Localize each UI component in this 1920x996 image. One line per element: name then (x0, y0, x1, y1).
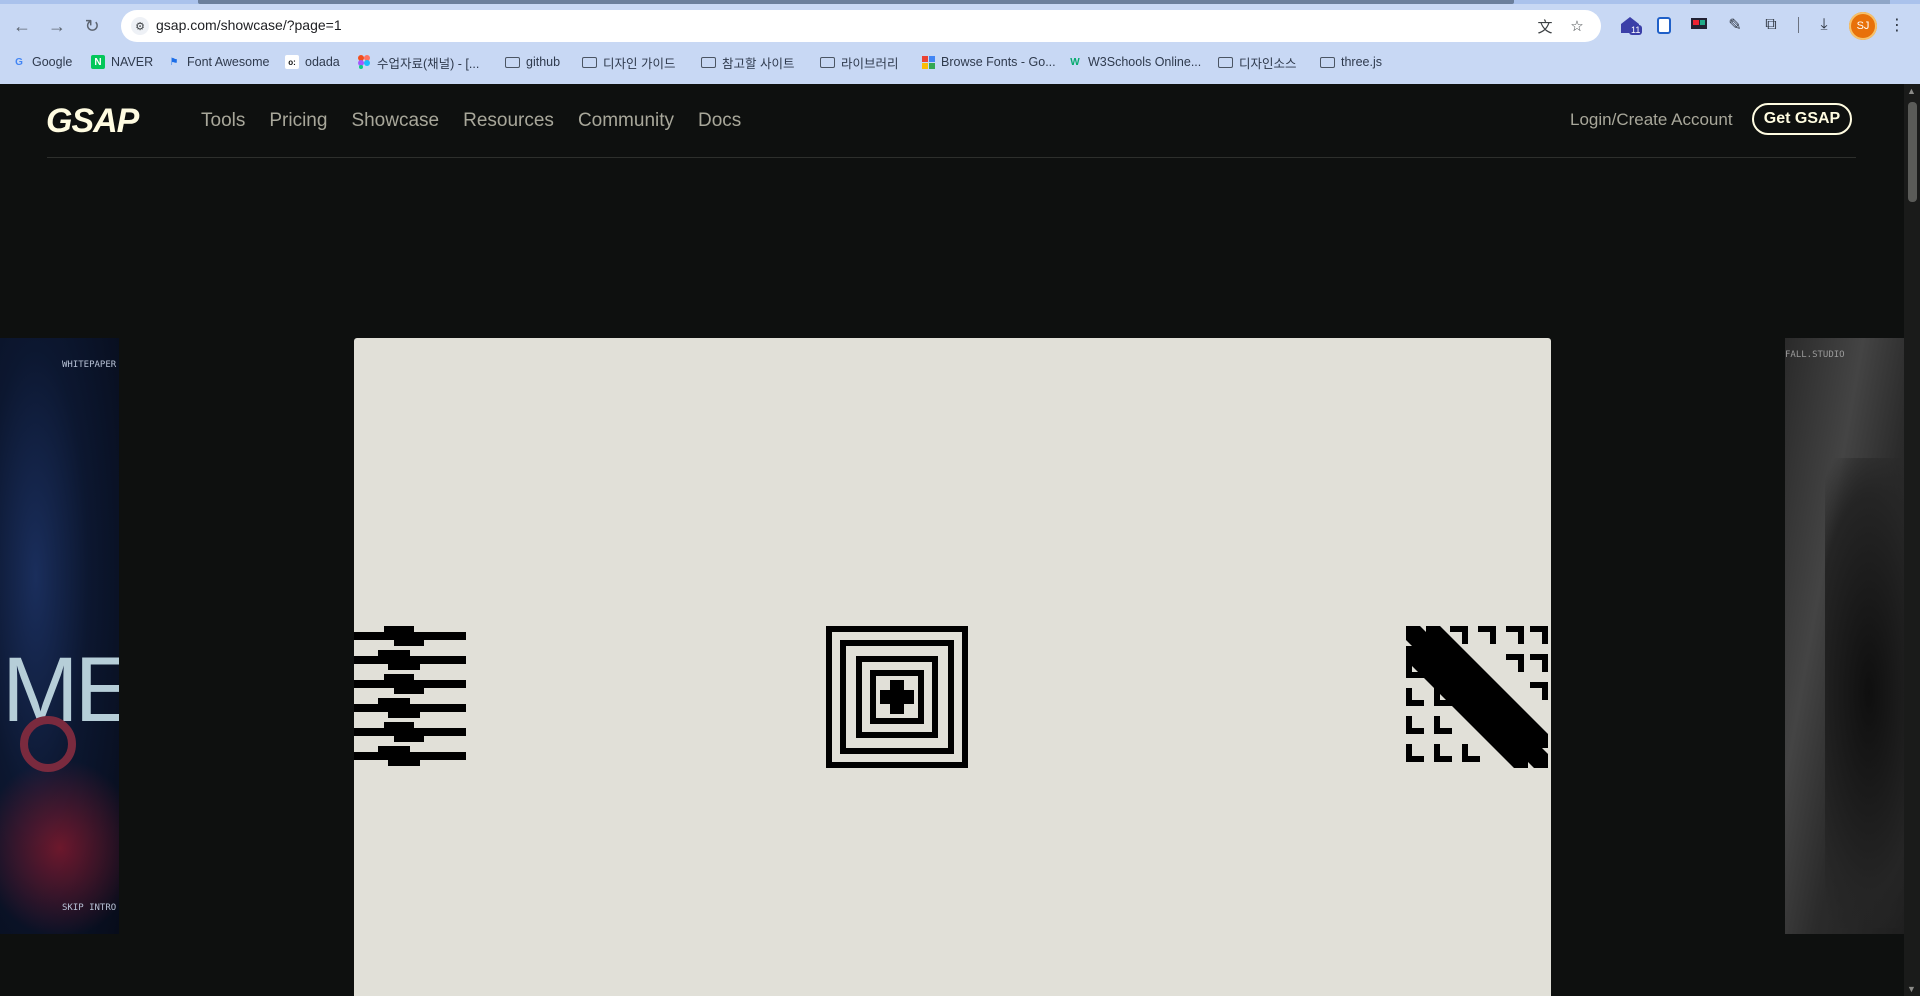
bookmark-label: three.js (1341, 55, 1382, 69)
nav-docs[interactable]: Docs (698, 110, 741, 132)
gsap-logo[interactable]: GSAP (46, 102, 139, 141)
tab-group[interactable] (1690, 0, 1890, 4)
ring-shape (20, 716, 76, 772)
bookmark-folder-design-guide[interactable]: 디자인 가이드 (582, 53, 675, 71)
bookmark-folder-github[interactable]: github (505, 53, 560, 71)
odada-icon: o: (285, 55, 299, 69)
browser-chrome: ← → ↻ ⚙ gsap.com/showcase/?page=1 文 ☆ 11… (0, 0, 1920, 84)
showcase-card-right[interactable]: FALL.STUDIO (1785, 338, 1904, 934)
bookmark-label: 라이브러리 (841, 56, 899, 71)
card-left-top-text: WHITEPAPER (62, 360, 117, 370)
header-divider (47, 157, 1856, 158)
bookmark-folder-threejs[interactable]: three.js (1320, 53, 1382, 71)
card-right-top-text: FALL.STUDIO (1785, 350, 1845, 360)
arrow-right-icon: → (48, 15, 66, 36)
menu-dots-icon[interactable]: ⋮ (1886, 14, 1908, 36)
eyedropper-extension-icon[interactable]: ✎ (1724, 14, 1746, 36)
diagonal-blocks-pattern (1406, 626, 1548, 768)
bookmark-label: Google (32, 55, 73, 69)
bookmark-folder-library[interactable]: 라이브러리 (820, 53, 899, 71)
bookmark-folder-reference-sites[interactable]: 참고할 사이트 (701, 53, 794, 71)
w3schools-icon: W (1070, 56, 1080, 68)
active-tab[interactable] (198, 0, 1514, 4)
font-awesome-icon: ⚑ (169, 56, 179, 68)
folder-icon (582, 56, 597, 68)
bookmark-naver[interactable]: N NAVER (91, 53, 153, 71)
folder-icon (820, 56, 835, 68)
forward-button[interactable]: → (45, 14, 69, 38)
downloads-icon[interactable]: ⤓ (1813, 14, 1835, 36)
nav-showcase[interactable]: Showcase (351, 110, 439, 132)
dark-rock-shape (1825, 458, 1904, 928)
url-text[interactable]: gsap.com/showcase/?page=1 (156, 17, 342, 33)
bookmark-w3schools[interactable]: W W3Schools Online... (1068, 53, 1201, 71)
scroll-up-icon[interactable]: ▲ (1907, 86, 1916, 96)
folder-icon (1320, 56, 1335, 68)
scroll-down-icon[interactable]: ▼ (1907, 984, 1916, 994)
card-left-bottom-text: SKIP INTRO (62, 903, 117, 913)
bookmark-odada[interactable]: o: odada (285, 53, 340, 71)
clipboard-extension-icon[interactable] (1653, 14, 1675, 36)
nav-pricing[interactable]: Pricing (269, 110, 327, 132)
bookmark-label: 수업자료(채널) - [... (377, 56, 480, 71)
zigzag-pattern (354, 626, 466, 766)
extension-tab-counter[interactable]: 11 (1619, 14, 1643, 36)
bookmark-label: odada (305, 55, 340, 69)
folder-icon (701, 56, 716, 68)
bookmark-label: NAVER (111, 55, 154, 69)
screen-capture-extension-icon[interactable] (1688, 14, 1710, 36)
translate-icon[interactable]: 文 (1535, 16, 1555, 36)
bookmark-label: 디자인소스 (1239, 56, 1297, 71)
toolbar-divider (1798, 17, 1799, 33)
naver-icon: N (91, 55, 105, 69)
bookmark-folder-design-sources[interactable]: 디자인소스 (1218, 53, 1297, 71)
bookmark-label: Font Awesome (187, 55, 270, 69)
address-bar[interactable]: ⚙ gsap.com/showcase/?page=1 文 ☆ (121, 10, 1601, 42)
reload-icon: ↻ (84, 15, 100, 36)
folder-icon (1218, 56, 1233, 68)
showcase-card-main[interactable] (354, 338, 1551, 996)
bookmark-google[interactable]: G Google (12, 53, 72, 71)
back-button[interactable]: ← (10, 14, 34, 38)
google-icon: G (15, 56, 23, 68)
extension-badge: 11 (1629, 25, 1643, 35)
nav-resources[interactable]: Resources (463, 110, 554, 132)
bookmark-label: 디자인 가이드 (603, 56, 676, 71)
bookmark-star-icon[interactable]: ☆ (1567, 16, 1587, 36)
bookmark-google-fonts[interactable]: Browse Fonts - Go... (921, 53, 1056, 71)
login-link[interactable]: Login/Create Account (1570, 110, 1733, 130)
extensions-puzzle-icon[interactable]: ⧉ (1760, 14, 1782, 36)
reload-button[interactable]: ↻ (80, 14, 104, 38)
nav-tools[interactable]: Tools (201, 110, 245, 132)
arrow-left-icon: ← (13, 15, 31, 36)
showcase-card-left[interactable]: WHITEPAPER ME SKIP INTRO (0, 338, 119, 934)
folder-icon (505, 56, 520, 68)
figma-icon (357, 55, 371, 69)
get-gsap-button[interactable]: Get GSAP (1752, 103, 1852, 135)
bookmark-class-materials[interactable]: 수업자료(채널) - [... (357, 53, 479, 71)
tab-strip (0, 0, 1920, 4)
main-nav: Tools Pricing Showcase Resources Communi… (201, 110, 765, 132)
site-info-icon[interactable]: ⚙ (131, 17, 149, 35)
bookmark-label: github (526, 55, 561, 69)
gsap-showcase-page: GSAP Tools Pricing Showcase Resources Co… (0, 84, 1920, 996)
scrollbar-thumb[interactable] (1908, 102, 1917, 202)
concentric-squares-pattern (826, 626, 968, 768)
google-fonts-icon (921, 55, 935, 69)
bookmark-label: W3Schools Online... (1088, 55, 1202, 69)
profile-avatar[interactable]: SJ (1849, 12, 1877, 40)
page-scrollbar[interactable]: ▲ ▼ (1904, 84, 1920, 996)
bookmark-label: 참고할 사이트 (722, 56, 795, 71)
bookmark-label: Browse Fonts - Go... (941, 55, 1056, 69)
bookmarks-bar: G Google N NAVER ⚑ Font Awesome o: odada 수업자… (0, 50, 1920, 74)
nav-community[interactable]: Community (578, 110, 674, 132)
bookmark-font-awesome[interactable]: ⚑ Font Awesome (167, 53, 270, 71)
